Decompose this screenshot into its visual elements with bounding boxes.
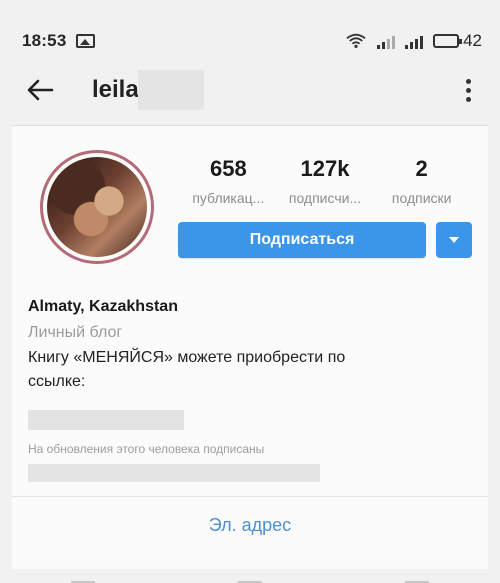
followed-by-text: На обновления этого человека подписаны	[28, 442, 265, 456]
chevron-down-icon	[449, 237, 459, 243]
following-label: подписки	[391, 190, 452, 206]
avatar	[47, 157, 147, 257]
image-icon	[76, 34, 96, 48]
posts-stat[interactable]: 658 публикац...	[180, 156, 277, 206]
bio-text: Книгу «МЕНЯЙСЯ» можете приобрести по ссы…	[28, 349, 346, 390]
signal-icon	[405, 33, 424, 49]
avatar-ring[interactable]	[40, 150, 154, 264]
battery-indicator: 42	[433, 31, 482, 51]
subscribe-button[interactable]: Подписаться	[178, 222, 426, 258]
profile-bio: Almaty, Kazakhstan Личный блог Книгу «МЕ…	[28, 298, 468, 482]
more-dot-icon	[465, 78, 471, 84]
username-text: leila	[92, 76, 139, 103]
status-time: 18:53	[22, 31, 67, 50]
suggestions-dropdown-button[interactable]	[436, 222, 472, 258]
following-count: 2	[415, 156, 428, 181]
more-dot-icon	[465, 96, 471, 102]
profile-stats: 658 публикац... 127k подписчи... 2 подпи…	[180, 156, 470, 206]
back-button[interactable]	[24, 74, 56, 106]
status-left: 18:53	[22, 31, 96, 51]
more-dot-icon	[465, 87, 471, 93]
following-stat[interactable]: 2 подписки	[373, 156, 470, 206]
redacted-link[interactable]	[28, 410, 184, 430]
status-right: 42	[345, 31, 482, 51]
followers-stat[interactable]: 127k подписчи...	[277, 156, 374, 206]
wifi-icon	[346, 33, 366, 49]
app-bar: leila	[0, 55, 500, 125]
redacted-followers[interactable]	[28, 464, 320, 482]
battery-level: 42	[463, 31, 482, 50]
back-arrow-icon	[27, 79, 54, 101]
posts-count: 658	[209, 156, 247, 181]
redacted-username	[138, 70, 204, 110]
posts-label: публикац...	[192, 190, 265, 206]
more-options-button[interactable]	[458, 74, 478, 106]
bottom-nav-partial	[0, 569, 500, 583]
bio-location: Almaty, Kazakhstan	[28, 298, 178, 315]
profile-card: 658 публикац... 127k подписчи... 2 подпи…	[12, 125, 488, 569]
followers-count: 127k	[300, 156, 350, 181]
signal-icon	[377, 33, 396, 49]
bio-category: Личный блог	[28, 324, 123, 341]
battery-icon	[433, 34, 463, 48]
profile-username: leila	[92, 70, 204, 110]
email-button[interactable]: Эл. адрес	[12, 496, 488, 554]
followers-label: подписчи...	[288, 190, 362, 206]
